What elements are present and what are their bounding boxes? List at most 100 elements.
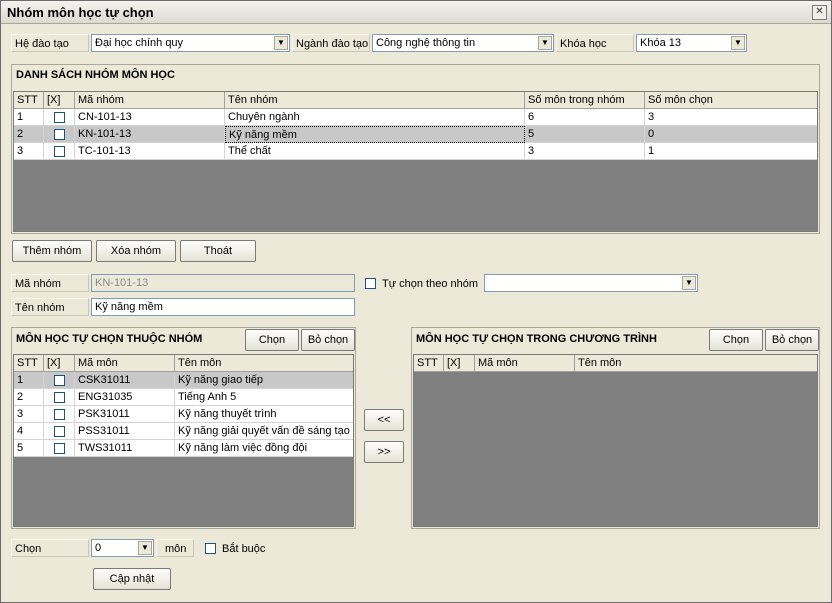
row-checkbox[interactable] — [54, 392, 65, 403]
row-ten-mon: Kỹ năng thuyết trình — [175, 406, 353, 423]
table-row[interactable]: 2 ENG31035 Tiếng Anh 5 — [14, 389, 353, 406]
add-group-button[interactable]: Thêm nhóm — [12, 240, 92, 262]
program-subjects-grid: STT [X] Mã môn Tên môn — [413, 354, 818, 527]
khoa-hoc-select[interactable]: Khóa 13 ▼ — [636, 34, 747, 52]
chon-value: 0 — [95, 542, 102, 554]
group-list-header: STT [X] Mã nhóm Tên nhóm Số môn trong nh… — [14, 92, 817, 109]
row-checkbox[interactable] — [54, 426, 65, 437]
nganh-dao-tao-value: Công nghệ thông tin — [376, 37, 476, 49]
row-so-mon: 5 — [525, 126, 645, 143]
column-header[interactable]: [X] — [44, 92, 75, 108]
table-row[interactable]: 1 CN-101-13 Chuyên ngành 6 3 — [14, 109, 817, 126]
row-ten-mon: Kỹ năng giải quyết vấn đề sáng tạo — [175, 423, 353, 440]
row-ma-mon: PSK31011 — [75, 406, 175, 423]
row-stt: 2 — [14, 126, 44, 143]
table-row[interactable]: 3 PSK31011 Kỹ năng thuyết trình — [14, 406, 353, 423]
deselect-button[interactable]: Bỏ chọn — [765, 329, 819, 351]
row-ten-nhom: Kỹ năng mềm — [225, 126, 525, 143]
table-row[interactable]: 5 TWS31011 Kỹ năng làm việc đồng đội — [14, 440, 353, 457]
row-stt: 1 — [14, 109, 44, 126]
row-checkbox[interactable] — [54, 146, 65, 157]
nganh-dao-tao-label: Ngành đào tạo — [292, 34, 370, 52]
delete-group-button[interactable]: Xóa nhóm — [96, 240, 176, 262]
move-right-button[interactable]: >> — [364, 441, 404, 463]
column-header[interactable]: Tên môn — [175, 355, 353, 371]
program-subjects-title: MÔN HỌC TỰ CHỌN TRONG CHƯƠNG TRÌNH — [416, 333, 657, 345]
column-header[interactable]: STT — [14, 92, 44, 108]
window-title: Nhóm môn học tự chọn — [7, 5, 154, 20]
row-so-chon: 0 — [645, 126, 817, 143]
he-dao-tao-value: Đại học chính quy — [95, 37, 184, 49]
chevron-down-icon[interactable]: ▼ — [731, 36, 745, 50]
row-ma-mon: TWS31011 — [75, 440, 175, 457]
select-button[interactable]: Chọn — [245, 329, 299, 351]
column-header[interactable]: STT — [414, 355, 444, 371]
column-header[interactable]: Tên môn — [575, 355, 817, 371]
table-row[interactable]: 4 PSS31011 Kỹ năng giải quyết vấn đề sán… — [14, 423, 353, 440]
column-header[interactable]: Số môn chọn — [645, 92, 817, 108]
column-header[interactable]: [X] — [44, 355, 75, 371]
exit-button[interactable]: Thoát — [180, 240, 256, 262]
group-list-title: DANH SÁCH NHÓM MÔN HỌC — [16, 69, 175, 81]
chevron-down-icon[interactable]: ▼ — [274, 36, 288, 50]
row-so-mon: 6 — [525, 109, 645, 126]
table-row[interactable]: 3 TC-101-13 Thể chất 3 1 — [14, 143, 817, 160]
row-checkbox-cell — [44, 389, 75, 406]
row-stt: 5 — [14, 440, 44, 457]
row-checkbox-cell — [44, 372, 75, 389]
group-subjects-panel: MÔN HỌC TỰ CHỌN THUỘC NHÓM Chọn Bỏ chọn … — [11, 327, 356, 529]
row-ten-mon: Kỹ năng giao tiếp — [175, 372, 353, 389]
tu-chon-label: Tự chọn theo nhóm — [382, 278, 479, 290]
column-header[interactable]: Mã nhóm — [75, 92, 225, 108]
row-checkbox[interactable] — [54, 443, 65, 454]
row-ma-mon: ENG31035 — [75, 389, 175, 406]
chevron-down-icon[interactable]: ▼ — [682, 276, 696, 290]
group-subjects-header: STT [X] Mã môn Tên môn — [14, 355, 353, 372]
row-checkbox-cell — [44, 109, 75, 126]
ten-nhom-field[interactable]: Kỹ năng mềm — [91, 298, 355, 316]
program-subjects-panel: MÔN HỌC TỰ CHỌN TRONG CHƯƠNG TRÌNH Chọn … — [411, 327, 820, 529]
row-ma-mon: CSK31011 — [75, 372, 175, 389]
table-row-selected[interactable]: 2 KN-101-13 Kỹ năng mềm 5 0 — [14, 126, 817, 143]
row-checkbox[interactable] — [54, 375, 65, 386]
chevron-down-icon[interactable]: ▼ — [538, 36, 552, 50]
row-checkbox-cell — [44, 440, 75, 457]
required-label: Bắt buộc — [222, 543, 266, 555]
row-checkbox[interactable] — [54, 112, 65, 123]
ten-nhom-label: Tên nhóm — [11, 298, 89, 316]
move-left-button[interactable]: << — [364, 409, 404, 431]
column-header[interactable]: [X] — [444, 355, 475, 371]
khoa-hoc-value: Khóa 13 — [640, 37, 681, 49]
close-icon[interactable]: ✕ — [812, 5, 827, 20]
column-header[interactable]: Mã môn — [75, 355, 175, 371]
row-ten-nhom: Chuyên ngành — [225, 109, 525, 126]
group-list-panel: DANH SÁCH NHÓM MÔN HỌC STT [X] Mã nhóm T… — [11, 64, 820, 234]
row-ten-mon: Tiếng Anh 5 — [175, 389, 353, 406]
select-button[interactable]: Chọn — [709, 329, 763, 351]
nganh-dao-tao-select[interactable]: Công nghệ thông tin ▼ — [372, 34, 554, 52]
row-stt: 3 — [14, 406, 44, 423]
group-subjects-grid: STT [X] Mã môn Tên môn 1 CSK31011 Kỹ năn… — [13, 354, 354, 527]
row-checkbox[interactable] — [54, 129, 65, 140]
chon-select[interactable]: 0 ▼ — [91, 539, 154, 557]
tu-chon-checkbox[interactable] — [365, 278, 376, 289]
khoa-hoc-label: Khóa học — [556, 34, 634, 52]
ma-nhom-label: Mã nhóm — [11, 274, 89, 292]
row-checkbox[interactable] — [54, 409, 65, 420]
row-checkbox-cell — [44, 423, 75, 440]
chon-label: Chọn — [11, 539, 89, 557]
column-header[interactable]: Số môn trong nhóm — [525, 92, 645, 108]
title-bar: Nhóm môn học tự chọn ✕ — [1, 1, 831, 24]
he-dao-tao-select[interactable]: Đại học chính quy ▼ — [91, 34, 290, 52]
chevron-down-icon[interactable]: ▼ — [138, 541, 152, 555]
column-header[interactable]: STT — [14, 355, 44, 371]
tu-chon-select[interactable]: ▼ — [484, 274, 698, 292]
column-header[interactable]: Mã môn — [475, 355, 575, 371]
table-row-selected[interactable]: 1 CSK31011 Kỹ năng giao tiếp — [14, 372, 353, 389]
update-button[interactable]: Cập nhật — [93, 568, 171, 590]
deselect-button[interactable]: Bỏ chọn — [301, 329, 355, 351]
group-list-grid: STT [X] Mã nhóm Tên nhóm Số môn trong nh… — [13, 91, 818, 232]
required-checkbox[interactable] — [205, 543, 216, 554]
column-header[interactable]: Tên nhóm — [225, 92, 525, 108]
row-ma-nhom: CN-101-13 — [75, 109, 225, 126]
